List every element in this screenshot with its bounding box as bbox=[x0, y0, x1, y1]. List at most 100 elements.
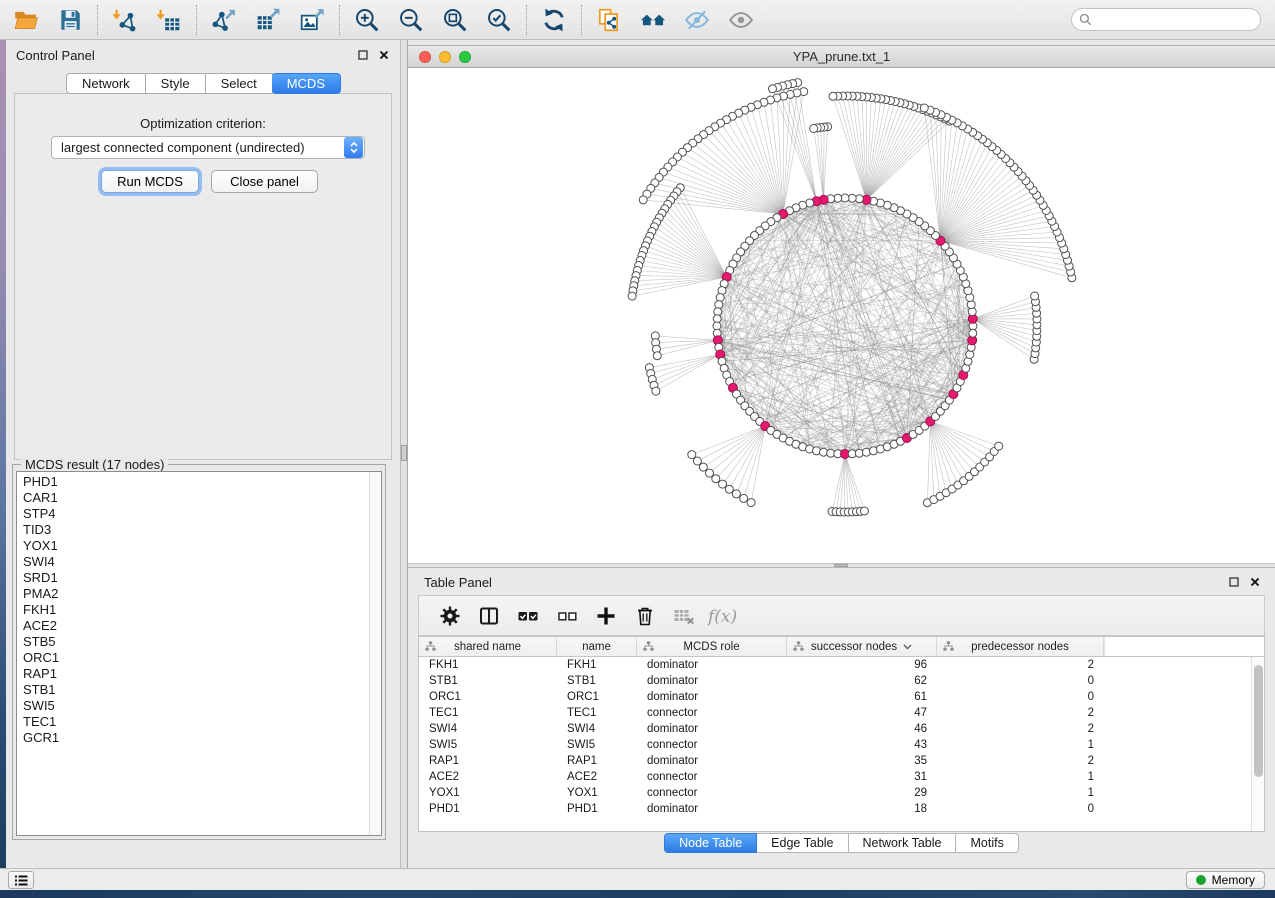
tab-style[interactable]: Style bbox=[146, 73, 206, 94]
tab-select[interactable]: Select bbox=[206, 73, 273, 94]
table-cell: SWI4 bbox=[557, 721, 637, 737]
splitter-handle[interactable] bbox=[401, 445, 407, 461]
add-row-icon[interactable] bbox=[589, 600, 623, 632]
splitter-handle[interactable] bbox=[834, 564, 848, 567]
table-cell: TEC1 bbox=[557, 705, 637, 721]
hide-selected-icon[interactable] bbox=[679, 3, 715, 37]
export-image-icon[interactable] bbox=[294, 3, 330, 37]
criterion-select[interactable]: largest connected component (undirected) bbox=[51, 136, 365, 159]
table-row[interactable]: SWI5SWI5connector431 bbox=[419, 737, 1251, 753]
mcds-node-item[interactable]: CAR1 bbox=[17, 490, 368, 506]
export-table-icon[interactable] bbox=[250, 3, 286, 37]
mcds-node-item[interactable]: YOX1 bbox=[17, 538, 368, 554]
open-file-icon[interactable] bbox=[8, 3, 44, 37]
close-window-icon[interactable] bbox=[419, 51, 431, 63]
zoom-selected-icon[interactable] bbox=[481, 3, 517, 37]
sort-descending-icon bbox=[903, 644, 912, 650]
column-header-MCDS-role[interactable]: MCDS role bbox=[637, 637, 787, 656]
run-mcds-button[interactable]: Run MCDS bbox=[101, 170, 199, 193]
table-cell: SWI5 bbox=[419, 737, 557, 753]
column-header-shared-name[interactable]: shared name bbox=[419, 637, 557, 656]
table-row[interactable]: SWI4SWI4dominator462 bbox=[419, 721, 1251, 737]
main-toolbar bbox=[0, 0, 1275, 40]
table-body: FKH1FKH1dominator962STB1STB1dominator620… bbox=[419, 657, 1251, 831]
zoom-fit-icon[interactable] bbox=[437, 3, 473, 37]
tab-node-table[interactable]: Node Table bbox=[664, 833, 757, 853]
zoom-out-icon[interactable] bbox=[393, 3, 429, 37]
select-all-icon[interactable] bbox=[511, 600, 545, 632]
zoom-in-icon[interactable] bbox=[349, 3, 385, 37]
memory-label: Memory bbox=[1212, 873, 1255, 887]
mcds-node-item[interactable]: PMA2 bbox=[17, 586, 368, 602]
refresh-icon[interactable] bbox=[536, 3, 572, 37]
mcds-node-item[interactable]: ACE2 bbox=[17, 618, 368, 634]
mcds-node-item[interactable]: STB1 bbox=[17, 682, 368, 698]
delete-row-icon[interactable] bbox=[628, 600, 662, 632]
tab-edge-table[interactable]: Edge Table bbox=[757, 833, 848, 853]
close-panel-icon[interactable] bbox=[1249, 576, 1261, 588]
column-header-name[interactable]: name bbox=[557, 637, 637, 656]
column-header-successor-nodes[interactable]: successor nodes bbox=[787, 637, 937, 656]
show-all-icon[interactable] bbox=[723, 3, 759, 37]
mcds-node-item[interactable]: RAP1 bbox=[17, 666, 368, 682]
table-cell: 31 bbox=[787, 769, 937, 785]
column-header-predecessor-nodes[interactable]: predecessor nodes bbox=[937, 637, 1104, 656]
task-history-button[interactable] bbox=[8, 871, 34, 889]
show-columns-icon[interactable] bbox=[472, 600, 506, 632]
tab-mcds[interactable]: MCDS bbox=[272, 73, 341, 94]
mcds-node-item[interactable]: SWI4 bbox=[17, 554, 368, 570]
mcds-node-item[interactable]: TID3 bbox=[17, 522, 368, 538]
scrollbar-thumb[interactable] bbox=[1254, 665, 1263, 777]
float-panel-icon[interactable] bbox=[357, 49, 369, 61]
mcds-list-scrollbar[interactable] bbox=[369, 472, 381, 835]
column-label: predecessor nodes bbox=[971, 641, 1069, 653]
mcds-node-item[interactable]: TEC1 bbox=[17, 714, 368, 730]
search-box[interactable] bbox=[1071, 8, 1261, 31]
close-panel-button[interactable]: Close panel bbox=[211, 170, 318, 193]
close-panel-icon[interactable] bbox=[378, 49, 390, 61]
table-cell: 47 bbox=[787, 705, 937, 721]
tab-network[interactable]: Network bbox=[66, 73, 146, 94]
settings-icon[interactable] bbox=[433, 600, 467, 632]
network-titlebar: YPA_prune.txt_1 bbox=[408, 45, 1275, 68]
table-row[interactable]: PHD1PHD1dominator180 bbox=[419, 801, 1251, 817]
table-row[interactable]: YOX1YOX1connector291 bbox=[419, 785, 1251, 801]
mcds-node-item[interactable]: SRD1 bbox=[17, 570, 368, 586]
vertical-splitter[interactable] bbox=[400, 40, 408, 868]
table-row[interactable]: ACE2ACE2connector311 bbox=[419, 769, 1251, 785]
first-neighbors-icon[interactable] bbox=[635, 3, 671, 37]
maximize-window-icon[interactable] bbox=[459, 51, 471, 63]
mcds-node-item[interactable]: STB5 bbox=[17, 634, 368, 650]
save-icon[interactable] bbox=[52, 3, 88, 37]
table-scrollbar[interactable] bbox=[1251, 657, 1264, 831]
tab-network-table[interactable]: Network Table bbox=[849, 833, 957, 853]
mcds-node-item[interactable]: STP4 bbox=[17, 506, 368, 522]
table-cell: 2 bbox=[937, 753, 1104, 769]
tab-motifs[interactable]: Motifs bbox=[956, 833, 1018, 853]
import-network-icon[interactable] bbox=[107, 3, 143, 37]
table-row[interactable]: RAP1RAP1dominator352 bbox=[419, 753, 1251, 769]
duplicate-network-icon[interactable] bbox=[591, 3, 627, 37]
export-network-icon[interactable] bbox=[206, 3, 242, 37]
mcds-node-item[interactable]: ORC1 bbox=[17, 650, 368, 666]
memory-button[interactable]: Memory bbox=[1186, 871, 1265, 889]
column-label: shared name bbox=[454, 641, 521, 653]
mcds-result-list[interactable]: PHD1CAR1STP4TID3YOX1SWI4SRD1PMA2FKH1ACE2… bbox=[17, 474, 368, 835]
mcds-node-item[interactable]: GCR1 bbox=[17, 730, 368, 746]
minimize-window-icon[interactable] bbox=[439, 51, 451, 63]
import-table-icon[interactable] bbox=[151, 3, 187, 37]
network-canvas[interactable] bbox=[408, 68, 1275, 563]
table-cell: 18 bbox=[787, 801, 937, 817]
table-header-row: shared name nameMCDS rolesuccessor nodes p… bbox=[419, 637, 1264, 657]
mcds-node-item[interactable]: SWI5 bbox=[17, 698, 368, 714]
table-row[interactable]: FKH1FKH1dominator962 bbox=[419, 657, 1251, 673]
search-input[interactable] bbox=[1092, 13, 1260, 27]
mcds-node-item[interactable]: PHD1 bbox=[17, 474, 368, 490]
network-graph[interactable] bbox=[408, 68, 1275, 563]
float-panel-icon[interactable] bbox=[1228, 576, 1240, 588]
table-row[interactable]: TEC1TEC1connector472 bbox=[419, 705, 1251, 721]
deselect-all-icon[interactable] bbox=[550, 600, 584, 632]
table-row[interactable]: ORC1ORC1dominator610 bbox=[419, 689, 1251, 705]
table-row[interactable]: STB1STB1dominator620 bbox=[419, 673, 1251, 689]
mcds-node-item[interactable]: FKH1 bbox=[17, 602, 368, 618]
